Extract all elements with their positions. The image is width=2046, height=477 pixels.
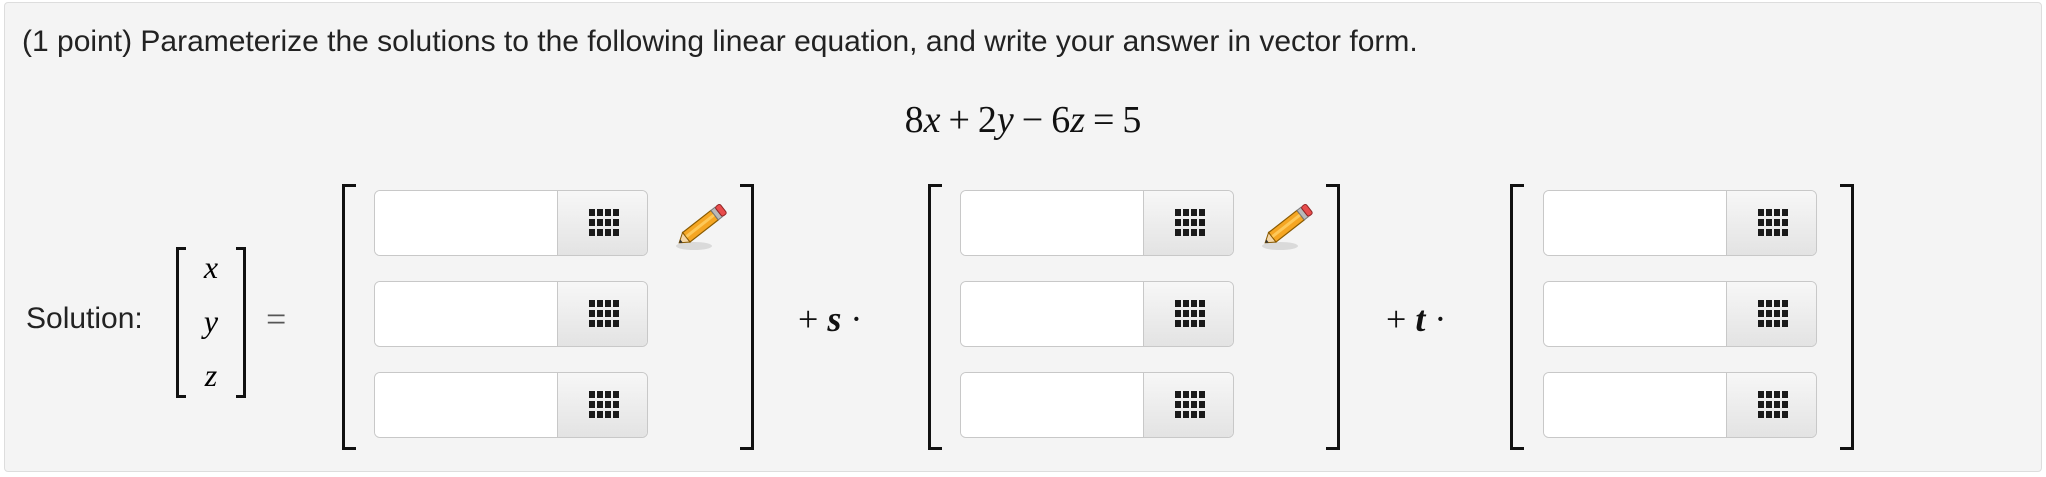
- answer-input-v0-r0[interactable]: [375, 191, 557, 255]
- equation-editor-button[interactable]: [557, 373, 647, 437]
- answer-input-v1-r0[interactable]: [961, 191, 1143, 255]
- answer-box-v0-r2: [374, 372, 648, 438]
- answer-input-v0-r2[interactable]: [375, 373, 557, 437]
- vector-1-left-bracket: [342, 184, 356, 450]
- answer-input-v2-r2[interactable]: [1544, 373, 1726, 437]
- rhs-value: 5: [1122, 99, 1142, 141]
- solution-label: Solution:: [26, 302, 143, 335]
- vector-1-right-bracket: [740, 184, 754, 450]
- answer-input-v0-r1[interactable]: [375, 282, 557, 346]
- equation-editor-button[interactable]: [1726, 282, 1816, 346]
- pencil-icon[interactable]: [1258, 198, 1318, 252]
- grid-icon: [1758, 300, 1788, 327]
- answer-input-v2-r1[interactable]: [1544, 282, 1726, 346]
- equation-editor-button[interactable]: [1143, 191, 1233, 255]
- problem-prompt: (1 point) Parameterize the solutions to …: [22, 25, 1418, 58]
- grid-icon: [1758, 391, 1788, 418]
- equation-editor-button[interactable]: [1726, 373, 1816, 437]
- equation-editor-button[interactable]: [1143, 282, 1233, 346]
- parameter-s: s: [827, 299, 842, 339]
- parameter-t: t: [1415, 299, 1426, 339]
- coef-2: 2: [977, 99, 997, 141]
- dot-t: ·: [1434, 299, 1447, 339]
- op-equals: =: [1092, 99, 1115, 141]
- vector-2-right-bracket: [1326, 184, 1340, 450]
- answer-box-v1-r0: [960, 190, 1234, 256]
- var-y: y: [996, 99, 1014, 141]
- plus-sign-t: +: [1386, 299, 1407, 339]
- linear-equation: 8x +2y −6z = 5: [0, 98, 2046, 142]
- answer-box-v1-r1: [960, 281, 1234, 347]
- equation-editor-button[interactable]: [1143, 373, 1233, 437]
- grid-icon: [1758, 209, 1788, 236]
- grid-icon: [589, 391, 619, 418]
- answer-box-v0-r1: [374, 281, 648, 347]
- equation-editor-button[interactable]: [557, 191, 647, 255]
- vector-entry-z: z: [204, 357, 218, 393]
- coef-3: 6: [1051, 99, 1071, 141]
- vector-entry-y: y: [203, 303, 219, 339]
- op-minus: −: [1021, 99, 1044, 141]
- answer-input-v1-r1[interactable]: [961, 282, 1143, 346]
- scalar-s-term: + s ·: [798, 298, 862, 340]
- answer-input-v2-r0[interactable]: [1544, 191, 1726, 255]
- answer-box-v0-r0: [374, 190, 648, 256]
- vector-3-right-bracket: [1840, 184, 1854, 450]
- equation-editor-button[interactable]: [557, 282, 647, 346]
- plus-sign-s: +: [798, 299, 819, 339]
- vector-2-left-bracket: [928, 184, 942, 450]
- vector-entry-x: x: [203, 249, 219, 285]
- grid-icon: [589, 209, 619, 236]
- equation-editor-button[interactable]: [1726, 191, 1816, 255]
- variable-vector: x y z: [176, 247, 246, 400]
- answer-box-v2-r0: [1543, 190, 1817, 256]
- answer-input-v1-r2[interactable]: [961, 373, 1143, 437]
- answer-box-v2-r1: [1543, 281, 1817, 347]
- grid-icon: [1175, 300, 1205, 327]
- coef-1: 8: [904, 99, 924, 141]
- scalar-t-term: + t ·: [1386, 298, 1446, 340]
- grid-icon: [589, 300, 619, 327]
- op-plus: +: [948, 99, 970, 141]
- vector-3-left-bracket: [1510, 184, 1524, 450]
- answer-box-v1-r2: [960, 372, 1234, 438]
- var-x: x: [923, 99, 941, 141]
- pencil-icon[interactable]: [672, 198, 732, 252]
- grid-icon: [1175, 209, 1205, 236]
- grid-icon: [1175, 391, 1205, 418]
- equals-sign: =: [266, 299, 287, 339]
- answer-box-v2-r2: [1543, 372, 1817, 438]
- var-z: z: [1070, 99, 1085, 141]
- dot-s: ·: [850, 299, 863, 339]
